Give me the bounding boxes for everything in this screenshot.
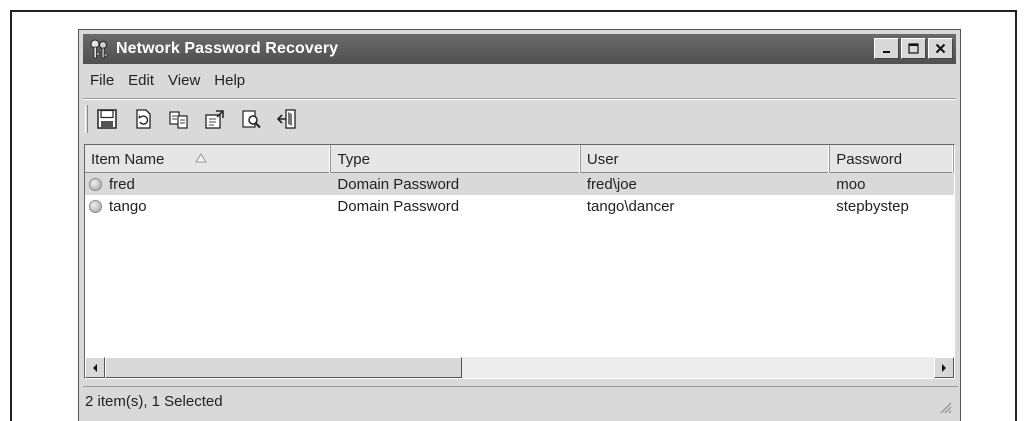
exit-icon xyxy=(276,109,296,129)
keys-icon xyxy=(88,38,110,60)
horizontal-scrollbar[interactable] xyxy=(85,357,954,378)
arrow-right-icon xyxy=(942,363,946,372)
find-button[interactable] xyxy=(238,106,264,132)
menu-separator xyxy=(83,98,956,100)
minimize-button[interactable] xyxy=(874,38,899,59)
minimize-icon xyxy=(882,50,890,53)
scroll-left-button[interactable] xyxy=(85,357,105,378)
status-text: 2 item(s), 1 Selected xyxy=(85,393,223,410)
save-icon xyxy=(97,109,117,129)
arrow-left-icon xyxy=(93,363,97,372)
copy-icon xyxy=(169,111,188,129)
column-header-label: Item Name xyxy=(91,150,165,168)
scroll-thumb[interactable] xyxy=(105,357,462,378)
column-header-user[interactable]: User xyxy=(581,145,831,173)
item-status-icon xyxy=(89,199,102,213)
exit-button[interactable] xyxy=(274,106,300,132)
menu-file[interactable]: File xyxy=(83,72,121,89)
column-header-password[interactable]: Password xyxy=(830,145,954,173)
cell-item-name: fred xyxy=(85,176,331,193)
column-header-label: User xyxy=(586,150,619,168)
close-button[interactable] xyxy=(928,38,953,59)
column-header-type[interactable]: Type xyxy=(331,145,581,173)
cell-password: moo xyxy=(836,175,866,193)
table-row[interactable]: tango Domain Password tango\dancer stepb… xyxy=(85,195,954,217)
app-window: Network Password Recovery File Edit View… xyxy=(78,29,961,421)
menu-help[interactable]: Help xyxy=(207,72,252,89)
cell-type: Domain Password xyxy=(337,197,460,215)
menu-edit[interactable]: Edit xyxy=(121,72,161,89)
item-status-icon xyxy=(89,177,102,191)
cell-type: Domain Password xyxy=(337,175,460,193)
cell-password: stepbystep xyxy=(836,197,909,215)
refresh-icon xyxy=(136,109,151,129)
title-bar[interactable]: Network Password Recovery xyxy=(83,34,956,64)
scroll-right-button[interactable] xyxy=(934,357,954,378)
column-header-label: Type xyxy=(337,150,370,168)
copy-button[interactable] xyxy=(166,106,192,132)
status-bar: 2 item(s), 1 Selected xyxy=(83,386,958,416)
menu-view[interactable]: View xyxy=(161,72,207,89)
sort-ascending-icon xyxy=(195,153,207,163)
window-controls xyxy=(874,38,953,59)
cell-user: tango\dancer xyxy=(586,197,675,215)
table-row[interactable]: fred Domain Password fred\joe moo xyxy=(85,173,954,195)
item-name-text: tango xyxy=(109,197,147,215)
find-icon xyxy=(242,110,261,129)
properties-button[interactable] xyxy=(202,106,228,132)
toolbar-grip[interactable] xyxy=(85,105,88,133)
save-button[interactable] xyxy=(94,106,120,132)
column-header-label: Password xyxy=(836,150,903,168)
list-header: Item Name Type User Password xyxy=(85,145,954,173)
column-header-item-name[interactable]: Item Name xyxy=(85,145,332,173)
cell-item-name: tango xyxy=(85,198,331,215)
maximize-button[interactable] xyxy=(901,38,926,59)
properties-icon xyxy=(205,110,224,129)
window-title: Network Password Recovery xyxy=(116,40,339,57)
cell-user: fred\joe xyxy=(586,175,637,193)
menu-bar: File Edit View Help xyxy=(83,66,252,94)
maximize-icon xyxy=(908,43,919,54)
resize-grip-icon[interactable] xyxy=(938,400,952,414)
password-list[interactable]: Item Name Type User Password fred Domain… xyxy=(84,144,955,379)
item-name-text: fred xyxy=(109,175,135,193)
refresh-button[interactable] xyxy=(130,106,156,132)
toolbar xyxy=(85,102,310,136)
close-icon xyxy=(935,43,946,54)
